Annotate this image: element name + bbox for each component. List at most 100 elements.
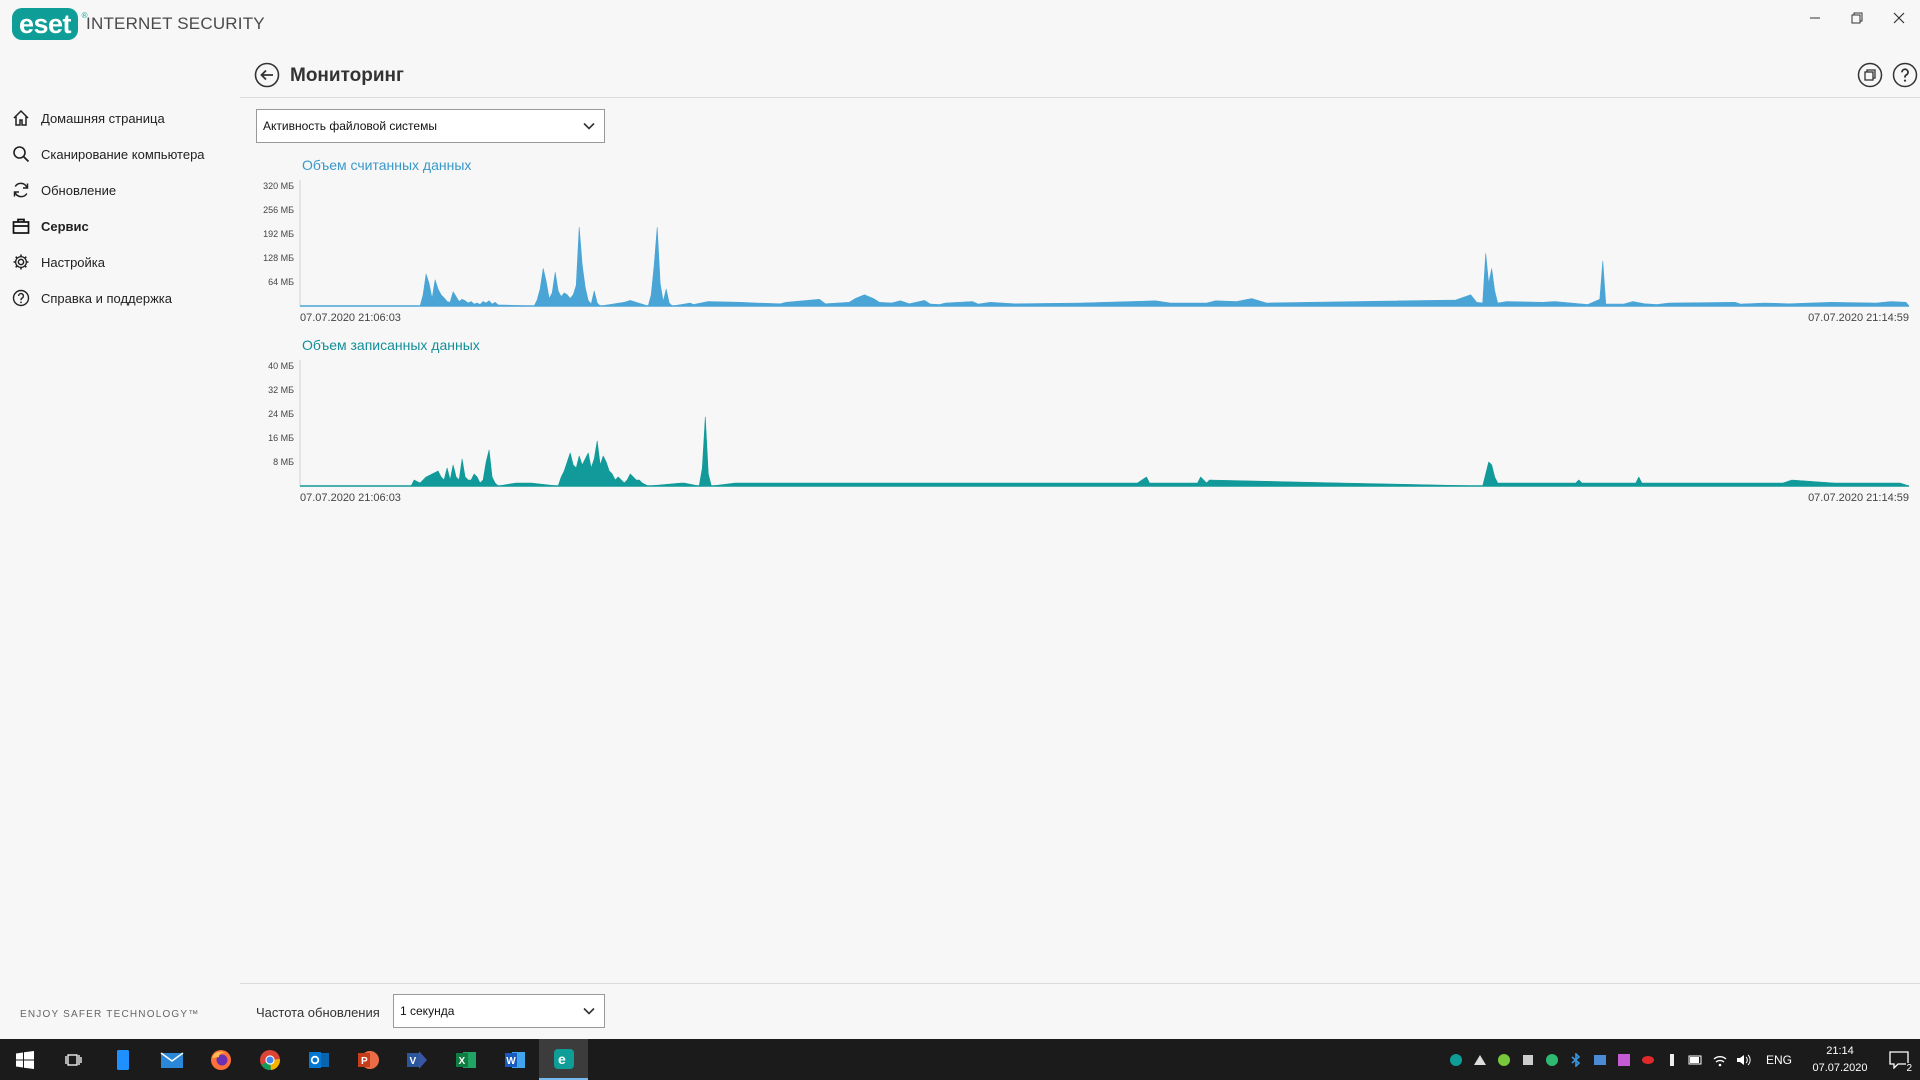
- taskbar-app-visio[interactable]: V: [392, 1039, 441, 1080]
- taskbar: P V X W e ENG 21:14 07.07.2020 2: [0, 1039, 1920, 1080]
- page-header: Мониторинг: [240, 56, 1920, 98]
- y-tick-label: 40 МБ: [268, 361, 294, 371]
- eset-window: eset ® INTERNET SECURITY Домашняя страниц…: [0, 0, 1920, 1039]
- tray-eset-icon[interactable]: [1444, 1039, 1468, 1080]
- x-start-label: 07.07.2020 21:06:03: [300, 312, 401, 324]
- windows-icon: [15, 1050, 34, 1069]
- help-icon[interactable]: [1892, 62, 1918, 88]
- series-area: [299, 227, 1910, 307]
- y-tick-label: 320 МБ: [263, 181, 294, 191]
- tray-network-share-icon[interactable]: [1516, 1039, 1540, 1080]
- bluetooth-icon[interactable]: [1564, 1039, 1588, 1080]
- help-icon: [11, 288, 31, 308]
- minimize-icon: [1810, 17, 1820, 19]
- page-title: Мониторинг: [290, 65, 404, 86]
- svg-text:W: W: [506, 1056, 516, 1067]
- tray-torrent-icon[interactable]: [1492, 1039, 1516, 1080]
- x-end-label: 07.07.2020 21:14:59: [1808, 492, 1909, 504]
- y-tick-label: 192 МБ: [263, 229, 294, 239]
- back-arrow-icon[interactable]: [254, 62, 280, 88]
- chevron-down-icon: [583, 122, 595, 130]
- tagline: ENJOY SAFER TECHNOLOGY™: [20, 1009, 200, 1020]
- powerpoint-icon: P: [357, 1050, 379, 1069]
- sidebar-item-scan[interactable]: Сканирование компьютера: [0, 136, 240, 172]
- main-content: Мониторинг: [240, 56, 1920, 98]
- battery-icon[interactable]: [1684, 1039, 1708, 1080]
- tray-usb-icon[interactable]: [1660, 1039, 1684, 1080]
- close-button[interactable]: [1878, 0, 1920, 36]
- y-tick-label: 64 МБ: [268, 277, 294, 287]
- taskbar-app-outlook[interactable]: [294, 1039, 343, 1080]
- app-brand: eset ® INTERNET SECURITY: [12, 8, 265, 40]
- refresh-rate-label: Частота обновления: [256, 1005, 380, 1020]
- tray-green-icon[interactable]: [1540, 1039, 1564, 1080]
- chevron-down-icon: [583, 1007, 595, 1015]
- system-tray: ENG 21:14 07.07.2020 2: [1444, 1039, 1920, 1080]
- window-controls: [1794, 0, 1920, 36]
- svg-text:X: X: [458, 1056, 465, 1067]
- taskbar-app-firefox[interactable]: [196, 1039, 245, 1080]
- minimize-button[interactable]: [1794, 0, 1836, 36]
- action-center-button[interactable]: 2: [1878, 1039, 1920, 1080]
- notification-count: 2: [1906, 1063, 1912, 1074]
- taskbar-app-mail[interactable]: [147, 1039, 196, 1080]
- task-view-icon: [64, 1053, 82, 1066]
- search-icon: [11, 144, 31, 164]
- tray-red-icon[interactable]: [1636, 1039, 1660, 1080]
- sidebar-item-label: Сервис: [41, 218, 89, 234]
- taskbar-app-chrome[interactable]: [245, 1039, 294, 1080]
- sidebar-item-label: Справка и поддержка: [41, 290, 172, 306]
- refresh-rate-dropdown[interactable]: 1 секунда: [393, 994, 605, 1028]
- task-view-button[interactable]: [49, 1039, 98, 1080]
- phone-icon: [116, 1049, 129, 1070]
- view-selector-value: Активность файловой системы: [263, 119, 437, 133]
- system-clock[interactable]: 21:14 07.07.2020: [1802, 1043, 1878, 1077]
- volume-icon[interactable]: [1732, 1039, 1756, 1080]
- firefox-icon: [210, 1049, 231, 1070]
- y-tick-label: 24 МБ: [268, 409, 294, 419]
- start-button[interactable]: [0, 1039, 49, 1080]
- x-start-label: 07.07.2020 21:06:03: [300, 492, 401, 504]
- close-icon: [1893, 12, 1905, 24]
- footer-divider: [240, 983, 1920, 984]
- restore-button[interactable]: [1836, 0, 1878, 36]
- taskbar-app-powerpoint[interactable]: P: [343, 1039, 392, 1080]
- visio-icon: V: [406, 1050, 427, 1069]
- excel-icon: X: [455, 1051, 476, 1068]
- svg-text:P: P: [361, 1056, 368, 1067]
- sidebar-item-settings[interactable]: Настройка: [0, 244, 240, 280]
- outlook-icon: [308, 1051, 329, 1068]
- taskbar-app-excel[interactable]: X: [441, 1039, 490, 1080]
- product-name: INTERNET SECURITY: [86, 14, 265, 33]
- view-selector-dropdown[interactable]: Активность файловой системы: [256, 109, 605, 143]
- series-area: [299, 416, 1910, 487]
- window-copy-icon[interactable]: [1857, 62, 1883, 88]
- write-data-chart: 40 МБ 32 МБ 24 МБ 16 МБ 8 МБ 07.07.2020 21:06…: [268, 360, 1910, 504]
- restore-icon: [1851, 12, 1863, 24]
- sidebar-item-update[interactable]: Обновление: [0, 172, 240, 208]
- wifi-icon[interactable]: [1708, 1039, 1732, 1080]
- sidebar-item-home[interactable]: Домашняя страница: [0, 100, 240, 136]
- taskbar-app-word[interactable]: W: [490, 1039, 539, 1080]
- gear-icon: [11, 252, 31, 272]
- tray-display-icon[interactable]: [1588, 1039, 1612, 1080]
- home-icon: [11, 108, 31, 128]
- sidebar-item-label: Домашняя страница: [41, 110, 165, 126]
- svg-text:V: V: [409, 1056, 416, 1067]
- input-language[interactable]: ENG: [1766, 1053, 1792, 1067]
- taskbar-app-phone[interactable]: [98, 1039, 147, 1080]
- taskbar-app-eset[interactable]: e: [539, 1039, 588, 1080]
- briefcase-icon: [11, 216, 31, 236]
- tray-color-icon[interactable]: [1612, 1039, 1636, 1080]
- read-data-chart: 320 МБ 256 МБ 192 МБ 128 МБ 64 МБ 07.07.2020 …: [263, 180, 1910, 324]
- tray-app-icon[interactable]: [1468, 1039, 1492, 1080]
- word-icon: W: [504, 1051, 525, 1068]
- sidebar-item-label: Сканирование компьютера: [41, 146, 205, 162]
- refresh-icon: [11, 180, 31, 200]
- y-tick-label: 8 МБ: [273, 457, 294, 467]
- sidebar-item-help[interactable]: Справка и поддержка: [0, 280, 240, 316]
- refresh-rate-value: 1 секунда: [400, 1004, 455, 1018]
- sidebar-item-label: Настройка: [41, 254, 105, 270]
- y-tick-label: 256 МБ: [263, 205, 294, 215]
- sidebar-item-tools[interactable]: Сервис: [0, 208, 240, 244]
